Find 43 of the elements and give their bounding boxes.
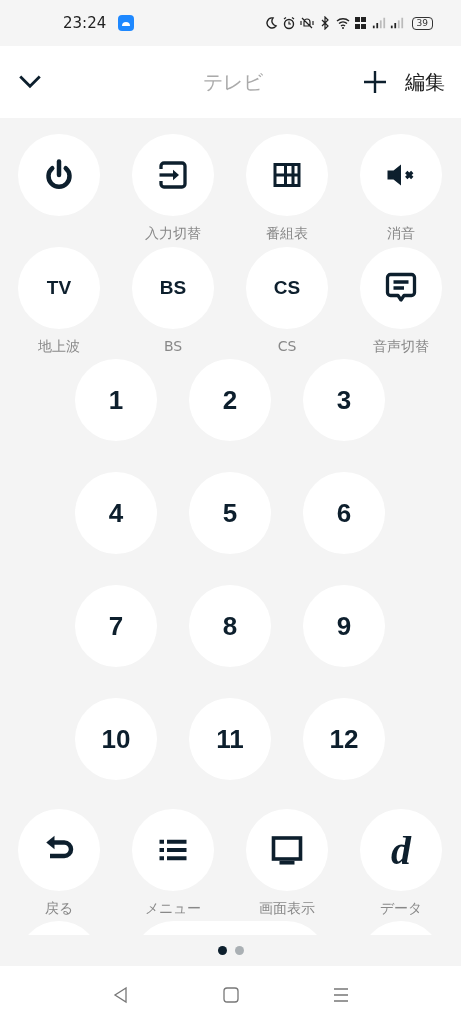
number-button[interactable]: 6: [303, 472, 385, 554]
number-button[interactable]: 4: [75, 472, 157, 554]
button-label: データ: [380, 899, 422, 918]
signal-icon: [389, 16, 404, 30]
number-button[interactable]: 12: [303, 698, 385, 780]
edit-button[interactable]: 編集: [405, 68, 445, 96]
number-button[interactable]: 8: [189, 585, 271, 667]
android-app-icon: [118, 15, 135, 31]
number-button[interactable]: 11: [189, 698, 271, 780]
page-dot[interactable]: [217, 946, 227, 955]
vibrate-off-icon: [299, 16, 314, 30]
page-dot[interactable]: [234, 946, 244, 955]
moon-icon: [263, 16, 278, 30]
remote-button[interactable]: BS: [132, 247, 214, 329]
button-label: 入力切替: [145, 224, 201, 243]
plus-icon[interactable]: [363, 70, 387, 94]
number-button[interactable]: 10: [75, 698, 157, 780]
button-label: メニュー: [145, 899, 201, 918]
status-time: 23:24: [63, 14, 107, 32]
screen-title: テレビ: [202, 68, 264, 96]
button-label: 番組表: [266, 224, 308, 243]
remote-button[interactable]: TV: [18, 247, 100, 329]
button-label: CS: [277, 337, 297, 356]
button-label: BS: [163, 337, 183, 356]
alarm-icon: [281, 16, 296, 30]
button-label: 消音: [387, 224, 415, 243]
button-label: 戻る: [45, 899, 73, 918]
number-button[interactable]: 9: [303, 585, 385, 667]
home-icon[interactable]: [220, 985, 241, 1005]
number-button[interactable]: 5: [189, 472, 271, 554]
wifi-icon: [335, 16, 350, 30]
number-button[interactable]: 3: [303, 359, 385, 441]
button-label: 音声切替: [373, 337, 429, 356]
volte-icon: [353, 16, 368, 30]
remote-button[interactable]: d: [360, 809, 442, 891]
number-button[interactable]: 2: [189, 359, 271, 441]
remote-button[interactable]: CS: [246, 247, 328, 329]
signal-icon: [371, 16, 386, 30]
number-button[interactable]: 1: [75, 359, 157, 441]
button-label: 地上波: [38, 337, 80, 356]
battery-indicator: 39: [411, 16, 433, 30]
number-button[interactable]: 7: [75, 585, 157, 667]
button-label: 画面表示: [259, 899, 315, 918]
